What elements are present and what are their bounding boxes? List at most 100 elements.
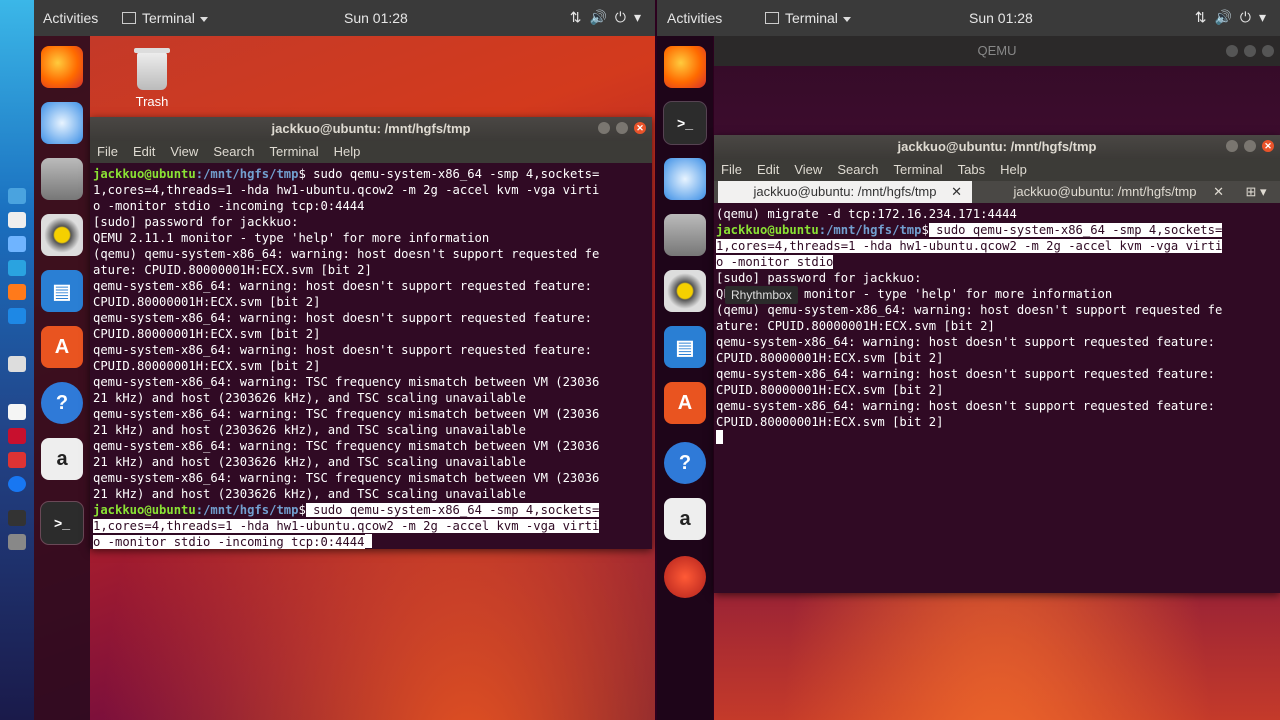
menu-bar: File Edit View Search Terminal Help — [90, 141, 652, 163]
minimize-button[interactable] — [1226, 140, 1238, 152]
qemu-window-titlebar[interactable]: QEMU — [714, 36, 1280, 66]
rhythmbox-icon[interactable] — [664, 270, 706, 312]
tab-terminal-2[interactable]: jackkuo@ubuntu: /mnt/hgfs/tmp ✕ — [976, 181, 1234, 203]
writer-icon[interactable]: ▤ — [664, 326, 706, 368]
software-icon[interactable]: A — [41, 326, 83, 368]
files-icon[interactable] — [664, 214, 706, 256]
right-terminal-window[interactable]: jackkuo@ubuntu: /mnt/hgfs/tmp ✕ File Edit… — [714, 135, 1280, 593]
terminal-output[interactable]: jackkuo@ubuntu:/mnt/hgfs/tmp$ sudo qemu-… — [90, 163, 652, 549]
menu-edit[interactable]: Edit — [133, 144, 155, 159]
minimize-button[interactable] — [598, 122, 610, 134]
prompt-path: :/mnt/hgfs/tmp — [818, 223, 922, 237]
close-icon[interactable]: ✕ — [951, 181, 962, 203]
maximize-button[interactable] — [1244, 45, 1256, 57]
prompt-path: :/mnt/hgfs/tmp — [195, 503, 299, 517]
close-icon[interactable]: ✕ — [1213, 181, 1224, 203]
system-tray[interactable]: ⇅ 🔊 ⏻ ▾ — [562, 9, 641, 26]
close-button[interactable]: ✕ — [634, 122, 646, 134]
window-title: jackkuo@ubuntu: /mnt/hgfs/tmp — [897, 139, 1097, 154]
output-line: qemu-system-x86_64: warning: host doesn'… — [716, 399, 1215, 413]
volume-icon: 🔊 — [1214, 9, 1232, 25]
new-tab-button[interactable]: ⊞ ▾ — [1236, 181, 1276, 203]
files-icon[interactable] — [41, 158, 83, 200]
help-icon[interactable]: ? — [664, 442, 706, 484]
window-titlebar[interactable]: jackkuo@ubuntu: /mnt/hgfs/tmp ✕ — [714, 135, 1280, 159]
host-acrobat-icon[interactable] — [8, 428, 26, 444]
output-line: (qemu) qemu-system-x86_64: warning: host… — [716, 303, 1223, 317]
minimize-button[interactable] — [1226, 45, 1238, 57]
clock[interactable]: Sun 01:28 — [969, 10, 1033, 26]
command-line: o -monitor stdio -incoming tcp:0:4444 — [93, 199, 365, 213]
left-terminal-window[interactable]: jackkuo@ubuntu: /mnt/hgfs/tmp ✕ File Edit… — [90, 117, 652, 549]
host-messenger-icon[interactable] — [8, 476, 26, 492]
output-line: CPUID.80000001H:ECX.svm [bit 2] — [716, 383, 944, 397]
host-trash-icon[interactable] — [8, 534, 26, 550]
menu-view[interactable]: View — [170, 144, 198, 159]
writer-icon[interactable]: ▤ — [41, 270, 83, 312]
terminal-output[interactable]: (qemu) migrate -d tcp:172.16.234.171:444… — [714, 203, 1280, 446]
menu-file[interactable]: File — [97, 144, 118, 159]
app-menu-terminal[interactable]: Terminal — [765, 10, 851, 26]
thunderbird-icon[interactable] — [664, 158, 706, 200]
menu-tabs[interactable]: Tabs — [958, 162, 985, 177]
selected-command: sudo qemu-system-x86_64 -smp 4,sockets= — [928, 223, 1223, 237]
app-menu-terminal[interactable]: Terminal — [122, 10, 208, 26]
network-icon: ⇅ — [1194, 9, 1207, 25]
host-telegram-icon[interactable] — [8, 260, 26, 276]
maximize-button[interactable] — [1244, 140, 1256, 152]
app-icon[interactable] — [664, 556, 706, 598]
help-icon[interactable]: ? — [41, 382, 83, 424]
activities-button[interactable]: Activities — [43, 10, 98, 26]
left-top-bar: Activities Terminal Sun 01:28 ⇅ 🔊 ⏻ ▾ — [34, 0, 655, 36]
menu-search[interactable]: Search — [837, 162, 878, 177]
menu-help[interactable]: Help — [334, 144, 361, 159]
menu-view[interactable]: View — [794, 162, 822, 177]
activities-button[interactable]: Activities — [667, 10, 722, 26]
clock[interactable]: Sun 01:28 — [344, 10, 408, 26]
command-line: sudo qemu-system-x86_64 -smp 4,sockets= — [305, 167, 600, 181]
close-button[interactable]: ✕ — [1262, 140, 1274, 152]
terminal-icon[interactable]: >_ — [663, 101, 707, 145]
tab-bar: jackkuo@ubuntu: /mnt/hgfs/tmp ✕ jackkuo@u… — [714, 181, 1280, 203]
output-line: 21 kHz) and host (2303626 kHz), and TSC … — [93, 423, 526, 437]
host-calendar-icon[interactable] — [8, 212, 26, 228]
tab-terminal-1[interactable]: jackkuo@ubuntu: /mnt/hgfs/tmp ✕ — [718, 181, 972, 203]
maximize-button[interactable] — [616, 122, 628, 134]
chevron-down-icon — [199, 16, 208, 22]
close-button[interactable] — [1262, 45, 1274, 57]
output-line: 21 kHz) and host (2303626 kHz), and TSC … — [93, 391, 526, 405]
tab-label: jackkuo@ubuntu: /mnt/hgfs/tmp — [753, 184, 937, 199]
firefox-icon[interactable] — [41, 46, 83, 88]
firefox-icon[interactable] — [664, 46, 706, 88]
host-text-icon[interactable] — [8, 356, 26, 372]
system-tray[interactable]: ⇅ 🔊 ⏻ ▾ — [1187, 9, 1266, 26]
amazon-icon[interactable]: a — [41, 438, 83, 480]
window-titlebar[interactable]: jackkuo@ubuntu: /mnt/hgfs/tmp ✕ — [90, 117, 652, 141]
host-printer-icon[interactable] — [8, 510, 26, 526]
menu-file[interactable]: File — [721, 162, 742, 177]
menu-terminal[interactable]: Terminal — [270, 144, 319, 159]
chevron-down-icon: ▾ — [633, 9, 641, 25]
host-app-icon[interactable] — [8, 308, 26, 324]
thunderbird-icon[interactable] — [41, 102, 83, 144]
output-line: qemu-system-x86_64: warning: TSC frequen… — [93, 407, 600, 421]
menu-help[interactable]: Help — [1000, 162, 1027, 177]
output-line: ature: CPUID.80000001H:ECX.svm [bit 2] — [716, 319, 995, 333]
menu-edit[interactable]: Edit — [757, 162, 779, 177]
amazon-icon[interactable]: a — [664, 498, 706, 540]
desktop-trash[interactable]: Trash — [130, 48, 174, 109]
power-icon: ⏻ — [1239, 9, 1251, 25]
output-line: qemu-system-x86_64: warning: host doesn'… — [93, 311, 592, 325]
menu-terminal[interactable]: Terminal — [894, 162, 943, 177]
host-app-icon[interactable] — [8, 236, 26, 252]
rhythmbox-icon[interactable] — [41, 214, 83, 256]
software-icon[interactable]: A — [664, 382, 706, 424]
menu-search[interactable]: Search — [213, 144, 254, 159]
host-app-icon[interactable] — [8, 188, 26, 204]
output-line: qemu-system-x86_64: warning: host doesn'… — [716, 335, 1215, 349]
terminal-icon[interactable]: >_ — [40, 501, 84, 545]
host-firefox-icon[interactable] — [8, 284, 26, 300]
trash-icon — [134, 48, 170, 90]
host-app-icon[interactable] — [8, 452, 26, 468]
host-doc-icon[interactable] — [8, 404, 26, 420]
